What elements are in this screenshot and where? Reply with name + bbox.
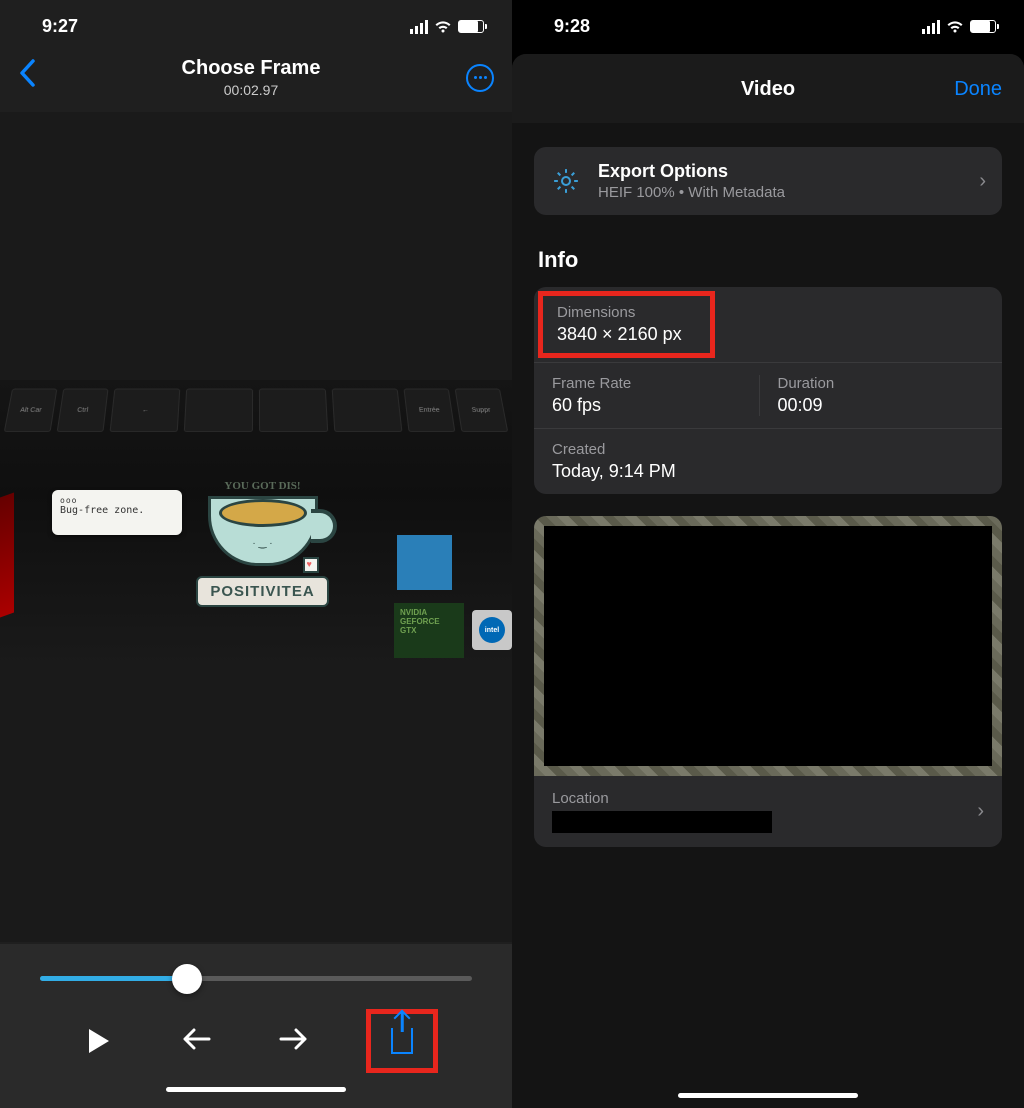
location-map-card[interactable]: Location › (534, 516, 1002, 847)
location-label: Location (552, 790, 977, 807)
share-icon (391, 1028, 413, 1054)
sticker-intel: intel (472, 610, 512, 650)
sticker-note-text: Bug-free zone. (60, 505, 174, 516)
cellular-icon (922, 20, 940, 34)
dimensions-row: Dimensions 3840 × 2160 px (534, 287, 1002, 362)
scrubber-toolbar (0, 944, 512, 1108)
duration-value: 00:09 (778, 395, 985, 416)
location-row[interactable]: Location › (534, 776, 1002, 847)
share-button-highlighted[interactable] (366, 1009, 438, 1073)
status-time: 9:27 (42, 16, 78, 37)
sticker-speech: YOU GOT DIS! (224, 480, 300, 492)
status-icons (922, 20, 996, 34)
frame-preview-image: Alt CarCtrl←EntréeSuppr ooo Bug-free zon… (0, 380, 512, 668)
play-button[interactable] (74, 1029, 124, 1053)
created-label: Created (552, 441, 984, 458)
sticker-note: ooo Bug-free zone. (52, 490, 182, 535)
frame-preview-area[interactable]: Alt CarCtrl←EntréeSuppr ooo Bug-free zon… (0, 112, 512, 942)
created-value: Today, 9:14 PM (552, 461, 984, 482)
screen-video-info: 9:28 Video Done Export Options H (512, 0, 1024, 1108)
export-options-row[interactable]: Export Options HEIF 100% • With Metadata… (534, 147, 1002, 215)
framerate-value: 60 fps (552, 395, 759, 416)
map-thumbnail (534, 516, 1002, 776)
nav-title-block: Choose Frame 00:02.97 (182, 57, 321, 98)
gear-icon (550, 165, 582, 197)
status-icons (410, 20, 484, 34)
framerate-label: Frame Rate (552, 375, 759, 392)
cellular-icon (410, 20, 428, 34)
dimensions-highlight: Dimensions 3840 × 2160 px (538, 291, 715, 358)
created-row: Created Today, 9:14 PM (534, 428, 1002, 494)
back-button[interactable] (18, 58, 36, 97)
sticker-geforce: NVIDIA GEFORCE GTX (394, 603, 464, 658)
duration-label: Duration (778, 375, 985, 392)
location-redaction (552, 811, 772, 833)
more-button[interactable] (466, 64, 494, 92)
info-heading: Info (538, 247, 1002, 273)
export-subtitle: HEIF 100% • With Metadata (598, 184, 785, 201)
sheet-title: Video (741, 78, 795, 101)
battery-icon (970, 20, 996, 33)
home-indicator[interactable] (678, 1093, 858, 1098)
info-sheet: Video Done Export Options HEIF 100% • Wi… (512, 54, 1024, 1108)
done-button[interactable]: Done (954, 78, 1002, 101)
wifi-icon (434, 20, 452, 34)
battery-icon (458, 20, 484, 33)
nav-title: Choose Frame (182, 57, 321, 80)
sticker-teacup: YOU GOT DIS! · ‿ · POSITIVITEA (190, 480, 335, 635)
scrubber-thumb[interactable] (172, 964, 202, 994)
dimensions-value: 3840 × 2160 px (557, 324, 682, 345)
map-redaction (544, 526, 992, 766)
chevron-right-icon: › (977, 800, 984, 823)
prev-frame-button[interactable] (171, 1026, 221, 1057)
status-bar-right: 9:28 (512, 0, 1024, 47)
framerate-duration-row: Frame Rate 60 fps Duration 00:09 (534, 362, 1002, 428)
chevron-right-icon: › (979, 170, 986, 193)
sticker-banner: POSITIVITEA (196, 576, 328, 607)
nav-header: Choose Frame 00:02.97 (0, 47, 512, 112)
info-card: Dimensions 3840 × 2160 px Frame Rate 60 … (534, 287, 1002, 494)
status-bar-left: 9:27 (0, 0, 512, 47)
frame-scrubber[interactable] (40, 976, 472, 981)
home-indicator[interactable] (166, 1087, 346, 1092)
export-title: Export Options (598, 161, 785, 182)
dimensions-label: Dimensions (557, 304, 682, 321)
sheet-header: Video Done (512, 54, 1024, 123)
next-frame-button[interactable] (269, 1026, 319, 1057)
sticker-blue-square (397, 535, 452, 590)
wifi-icon (946, 20, 964, 34)
screen-choose-frame: 9:27 Choose Frame 00:02.97 Alt CarCtrl←E… (0, 0, 512, 1108)
nav-timestamp: 00:02.97 (182, 82, 321, 98)
status-time: 9:28 (554, 16, 590, 37)
